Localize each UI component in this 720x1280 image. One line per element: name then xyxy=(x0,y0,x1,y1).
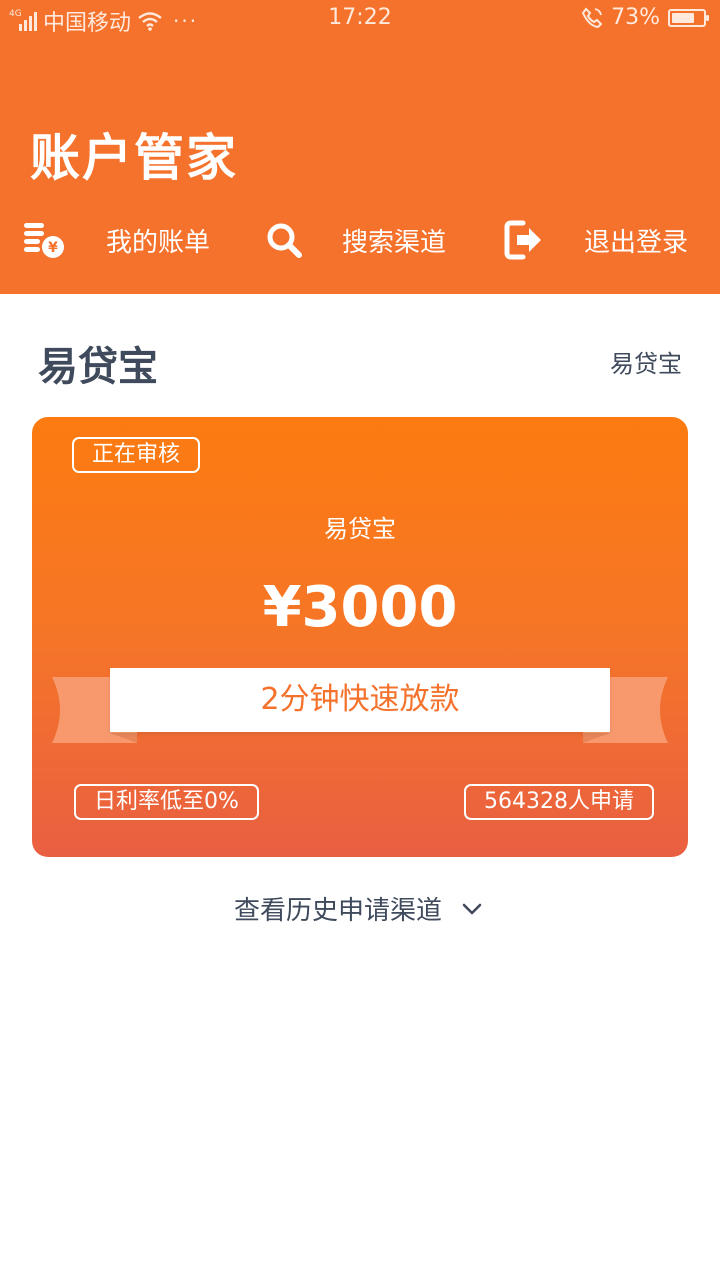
battery-fill xyxy=(672,12,694,23)
svg-text:¥: ¥ xyxy=(48,240,58,256)
status-badge: 正在审核 xyxy=(72,437,201,473)
battery-percent: 73% xyxy=(611,5,660,30)
bill-coin-icon: ¥ xyxy=(22,218,66,262)
nav-my-bill-label: 我的账单 xyxy=(106,227,211,258)
rate-badge: 日利率低至0% xyxy=(74,784,259,820)
call-icon xyxy=(581,6,603,28)
status-bar: 4G 中国移动 ··· 17:22 73% xyxy=(0,0,720,38)
chevron-down-icon xyxy=(462,903,482,914)
history-label: 查看历史申请渠道 xyxy=(233,896,442,926)
fast-loan-banner: 2分钟快速放款 xyxy=(110,668,610,732)
product-name: 易贷宝 xyxy=(324,515,396,543)
battery-icon xyxy=(668,8,709,27)
nav-my-bill[interactable]: ¥ 我的账单 xyxy=(22,210,210,270)
history-toggle[interactable]: 查看历史申请渠道 xyxy=(0,890,720,927)
loan-amount: ¥3000 xyxy=(262,575,458,640)
nav-search-label: 搜索渠道 xyxy=(342,227,447,258)
header-nav: ¥ 我的账单 搜索渠道 退出登录 xyxy=(0,210,720,270)
loan-product-card[interactable]: 正在审核 易贷宝 ¥3000 2分钟快速放款 日利率低至0% 564328人申请 xyxy=(32,417,688,857)
nav-logout[interactable]: 退出登录 xyxy=(502,210,688,270)
section-link[interactable]: 易贷宝 xyxy=(610,344,682,379)
applicants-badge: 564328人申请 xyxy=(464,784,654,820)
logout-icon xyxy=(502,218,546,262)
nav-logout-label: 退出登录 xyxy=(584,227,689,258)
search-icon xyxy=(262,218,306,262)
page-title: 账户管家 xyxy=(30,129,238,187)
nav-search-channel[interactable]: 搜索渠道 xyxy=(262,210,446,270)
app-header: 4G 中国移动 ··· 17:22 73% 账户管家 ¥ 我的账单 搜索渠道 退… xyxy=(0,0,720,294)
section-title: 易贷宝 xyxy=(38,344,158,390)
